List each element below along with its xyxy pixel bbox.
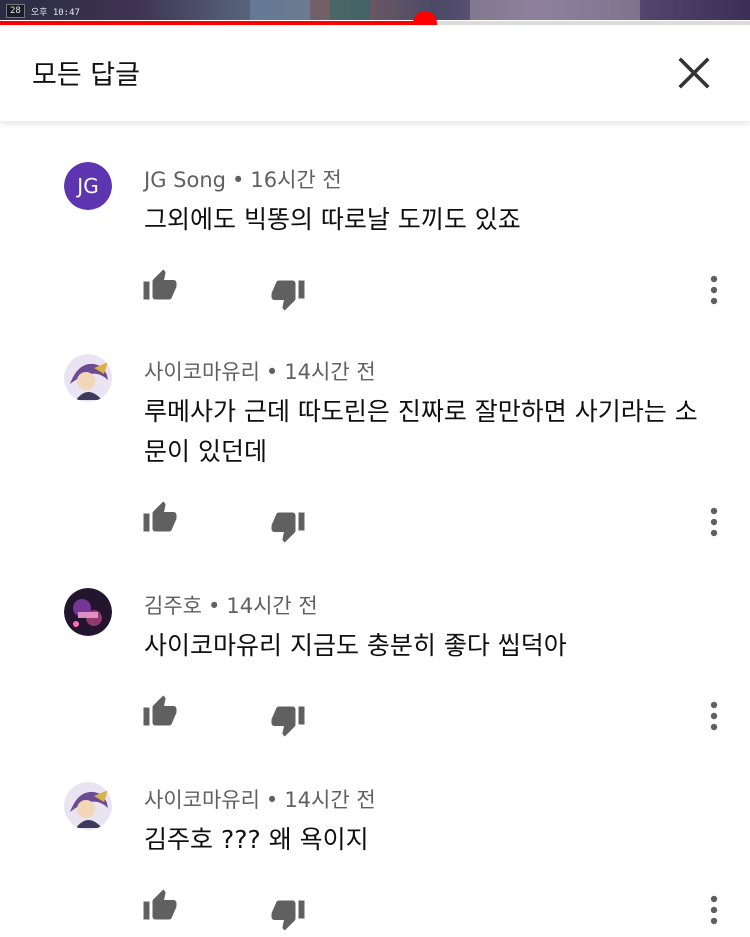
- more-options-button[interactable]: [700, 504, 728, 540]
- more-options-button[interactable]: [700, 892, 728, 928]
- replies-header: 모든 답글: [0, 25, 750, 121]
- comment-text: 그외에도 빅똥의 따로날 도끼도 있죠: [144, 205, 521, 234]
- close-button[interactable]: [672, 51, 716, 95]
- avatar[interactable]: [64, 354, 112, 402]
- comment-author[interactable]: 김주호: [144, 594, 202, 618]
- comment-text: 김주호 ??? 왜 욕이지: [144, 825, 369, 854]
- close-icon: [678, 57, 710, 89]
- thumbs-up-icon: [143, 695, 177, 726]
- comment-meta: 사이코마유리 • 14시간 전: [144, 784, 376, 814]
- comment-time[interactable]: 14시간 전: [284, 360, 375, 384]
- more-options-button[interactable]: [700, 272, 728, 308]
- comment-author[interactable]: JG Song: [144, 168, 226, 192]
- comment-time[interactable]: 16시간 전: [250, 168, 341, 192]
- comment-text: 루메사가 근데 따도린은 진짜로 잘만하면 사기라는 소문이 있던데: [144, 397, 698, 466]
- comment-time[interactable]: 14시간 전: [226, 594, 317, 618]
- comment-meta: 김주호 • 14시간 전: [144, 590, 318, 620]
- comment-meta: JG Song • 16시간 전: [144, 164, 342, 194]
- page-title: 모든 답글: [32, 60, 140, 91]
- comment-text: 사이코마유리 지금도 충분히 좋다 씹덕아: [144, 631, 567, 660]
- meta-separator: •: [231, 168, 245, 192]
- thumbs-down-icon: [271, 900, 305, 931]
- thumbs-up-icon: [143, 269, 177, 300]
- comment-meta: 사이코마유리 • 14시간 전: [144, 356, 376, 386]
- thumbs-up-icon: [143, 889, 177, 920]
- video-frame: [470, 0, 640, 20]
- like-button[interactable]: [142, 500, 178, 536]
- comment-time[interactable]: 14시간 전: [284, 788, 375, 812]
- meta-separator: •: [265, 788, 279, 812]
- like-button[interactable]: [142, 888, 178, 924]
- video-frame: [330, 0, 370, 20]
- thumbs-up-icon: [143, 501, 177, 532]
- video-frame: [250, 0, 310, 20]
- character-avatar-icon: [64, 354, 112, 402]
- hud-clock: 오후 10:47: [30, 7, 80, 18]
- comment-author[interactable]: 사이코마유리: [144, 360, 260, 384]
- dislike-button[interactable]: [270, 896, 306, 932]
- avatar-initials: JG: [64, 162, 112, 210]
- more-vert-icon: [710, 895, 718, 925]
- hud-count: 28: [6, 4, 25, 18]
- video-hud: 28 오후 10:47: [6, 4, 80, 18]
- thumbs-down-icon: [271, 280, 305, 311]
- video-player-strip[interactable]: 28 오후 10:47: [0, 0, 750, 20]
- more-vert-icon: [710, 701, 718, 731]
- like-button[interactable]: [142, 268, 178, 304]
- more-vert-icon: [710, 275, 718, 305]
- like-button[interactable]: [142, 694, 178, 730]
- character-avatar-icon: [64, 782, 112, 830]
- dislike-button[interactable]: [270, 702, 306, 738]
- avatar[interactable]: [64, 782, 112, 830]
- dislike-button[interactable]: [270, 508, 306, 544]
- thumbs-down-icon: [271, 706, 305, 737]
- comment-author[interactable]: 사이코마유리: [144, 788, 260, 812]
- more-options-button[interactable]: [700, 698, 728, 734]
- more-vert-icon: [710, 507, 718, 537]
- neon-avatar-icon: [64, 588, 112, 636]
- thumbs-down-icon: [271, 512, 305, 543]
- meta-separator: •: [207, 594, 221, 618]
- dislike-button[interactable]: [270, 276, 306, 312]
- avatar[interactable]: JG: [64, 162, 112, 210]
- avatar[interactable]: [64, 588, 112, 636]
- meta-separator: •: [265, 360, 279, 384]
